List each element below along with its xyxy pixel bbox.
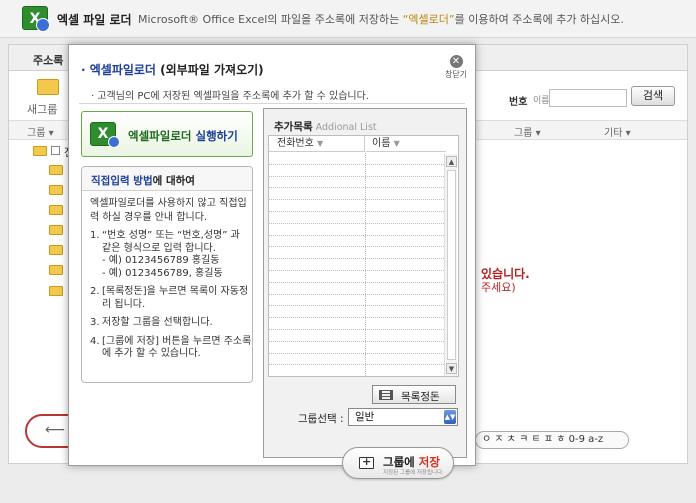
guide-step: 1. “번호 성명” 또는 “번호,성명” 과 같은 형식으로 입력 합니다. -… xyxy=(90,230,240,279)
list-item[interactable] xyxy=(269,294,444,307)
save-to-group-button[interactable]: 그룹에 저장 지정된 그룹에 저장됩니다. xyxy=(342,447,454,479)
save-button-sublabel: 지정된 그룹에 저장됩니다. xyxy=(383,470,444,476)
close-icon: ✕ xyxy=(449,55,463,68)
list-item[interactable] xyxy=(269,341,444,354)
excel-loader-dialog: · 엑셀파일로더 (외부파일 가져오기) ✕ 창닫기 · 고객님의 PC에 저장… xyxy=(68,44,476,479)
scroll-up-icon[interactable]: ▲ xyxy=(446,156,457,167)
col-group2-header[interactable]: 그룹 ▾ xyxy=(514,124,541,139)
guide-step: 3. 저장할 그룹을 선택합니다. xyxy=(90,317,213,328)
list-item[interactable] xyxy=(269,282,444,295)
col-etc-header[interactable]: 기타 ▾ xyxy=(604,124,631,139)
list-item[interactable] xyxy=(269,259,444,271)
list-item[interactable] xyxy=(269,306,444,319)
close-label: 창닫기 xyxy=(444,70,468,79)
list-item[interactable] xyxy=(269,211,444,224)
col-name-header[interactable]: 이름 ▼ xyxy=(366,136,446,152)
guide-steps: 1. “번호 성명” 또는 “번호,성명” 과 같은 형식으로 입력 합니다. -… xyxy=(90,230,252,367)
search-number-label: 번호 xyxy=(509,97,528,108)
list-item[interactable] xyxy=(269,365,444,378)
dialog-description: · 고객님의 PC에 저장된 엑셀파일을 주소록에 추가 할 수 있습니다. xyxy=(91,91,369,102)
add-list-panel: 추가목록 Addional List 전화번호 ▼ 이름 ▼ ▲ ▼ 목록정돈 … xyxy=(263,108,467,479)
folder-icon[interactable] xyxy=(49,205,63,215)
folder-icon[interactable] xyxy=(33,146,47,156)
folder-icon[interactable] xyxy=(49,286,63,296)
page-description: Microsoft® Office Excel의 파일을 주소록에 저장하는 “… xyxy=(138,13,624,26)
folder-icon[interactable] xyxy=(49,245,63,255)
new-group-folder-icon[interactable] xyxy=(37,79,59,95)
group-select[interactable]: 일반 ▲▼ xyxy=(348,408,458,426)
search-input[interactable] xyxy=(549,89,627,107)
entry-rows[interactable] xyxy=(269,153,444,378)
folder-icon[interactable] xyxy=(49,185,63,195)
sort-list-button[interactable]: 목록정돈 xyxy=(372,385,456,404)
guide-step: 2. [목록정돈]을 누르면 목록이 자동정리 됩니다. xyxy=(90,286,249,310)
run-excel-loader-button[interactable]: X 엑셀파일로더 실행하기 xyxy=(81,111,253,157)
run-button-label: 엑셀파일로더 실행하기 xyxy=(128,129,238,143)
arrow-left-icon: ⟵ xyxy=(45,422,66,438)
search-button[interactable]: 검색 xyxy=(631,86,675,106)
folder-icon[interactable] xyxy=(49,265,63,275)
dialog-title: · 엑셀파일로더 (외부파일 가져오기) xyxy=(81,63,264,77)
scroll-track[interactable] xyxy=(447,170,456,360)
page-title: 엑셀 파일 로더 xyxy=(57,13,132,27)
list-item[interactable] xyxy=(269,247,444,260)
alphabet-index[interactable]: ㅇ ㅈ ㅊ ㅋ ㅌ ㅍ ㅎ 0-9 a-z xyxy=(475,431,629,449)
folder-icon[interactable] xyxy=(49,165,63,175)
list-icon xyxy=(379,390,393,400)
tab-address-book[interactable]: 주소록 xyxy=(33,52,63,68)
list-item[interactable] xyxy=(269,318,444,330)
guide-header: 직접입력 방법에 대하여 xyxy=(82,167,252,191)
list-item[interactable] xyxy=(269,270,444,283)
arrow-icon xyxy=(108,136,120,148)
arrow-icon xyxy=(36,18,50,32)
group-select-label: 그룹선택 : xyxy=(298,413,344,425)
guide-step: 4. [그룹에 저장] 버튼을 누르면 주소록에 추가 할 수 있습니다. xyxy=(90,335,252,360)
col-group-header[interactable]: 그룹 ▾ xyxy=(27,124,54,139)
list-item[interactable] xyxy=(269,153,444,165)
scroll-down-icon[interactable]: ▼ xyxy=(446,363,457,374)
sort-list-label: 목록정돈 xyxy=(401,391,440,403)
new-group-button[interactable]: 새그룹 xyxy=(27,101,57,117)
list-item[interactable] xyxy=(269,164,444,177)
list-item[interactable] xyxy=(269,188,444,201)
chevron-down-icon[interactable]: ▲▼ xyxy=(444,410,456,424)
add-list-textarea[interactable]: 전화번호 ▼ 이름 ▼ ▲ ▼ xyxy=(268,135,459,378)
close-button[interactable]: ✕ 창닫기 xyxy=(443,55,469,79)
divider xyxy=(79,103,465,104)
add-list-title: 추가목록 Addional List xyxy=(274,121,377,133)
search-name-label: 이름 xyxy=(533,96,550,106)
col-phone-header[interactable]: 전화번호 ▼ xyxy=(269,136,365,152)
list-item[interactable] xyxy=(269,176,444,189)
empty-message-sub: 주세요) xyxy=(481,281,516,294)
top-header: X 엑셀 파일 로더 Microsoft® Office Excel의 파일을 … xyxy=(0,0,696,38)
list-item[interactable] xyxy=(269,329,444,342)
list-item[interactable] xyxy=(269,235,444,248)
list-item[interactable] xyxy=(269,353,444,366)
guide-intro: 엑셀파일로더를 사용하지 않고 직접입력 하실 경우를 안내 합니다. xyxy=(90,198,247,223)
direct-input-guide: 직접입력 방법에 대하여 엑셀파일로더를 사용하지 않고 직접입력 하실 경우를… xyxy=(81,166,253,383)
root-checkbox[interactable] xyxy=(51,146,60,155)
scrollbar[interactable]: ▲ ▼ xyxy=(444,154,457,376)
list-item[interactable] xyxy=(269,200,444,212)
folder-add-icon xyxy=(359,455,374,469)
folder-icon[interactable] xyxy=(49,225,63,235)
list-item[interactable] xyxy=(269,223,444,236)
